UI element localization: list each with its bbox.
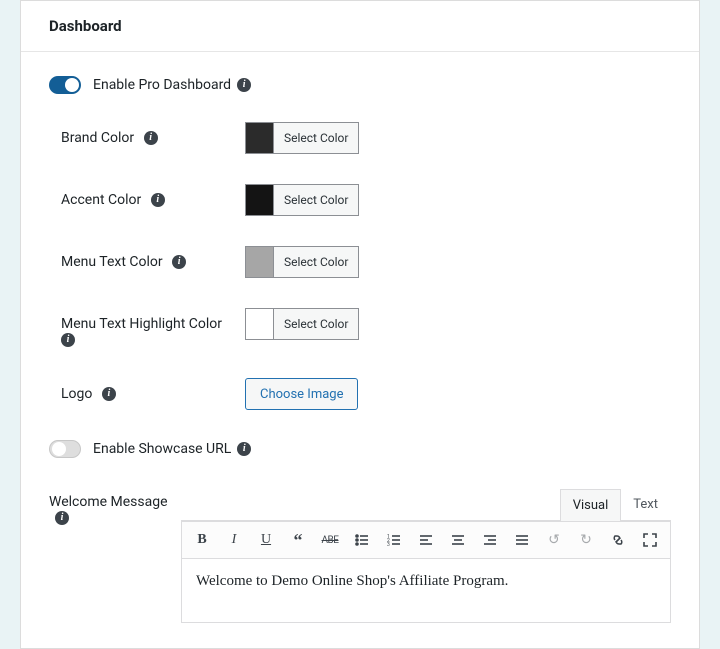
redo-icon[interactable]: ↻	[572, 526, 600, 554]
choose-image-button[interactable]: Choose Image	[245, 378, 358, 410]
editor-toolbar: B I U “ ABE 123 ↺ ↻	[182, 521, 670, 559]
info-icon[interactable]: i	[102, 387, 116, 401]
welcome-message-label-text: Welcome Message	[49, 494, 168, 510]
enable-showcase-url-label: Enable Showcase URL	[93, 441, 231, 457]
info-icon[interactable]: i	[237, 442, 251, 456]
brand-color-label-text: Brand Color	[61, 130, 134, 146]
tab-visual[interactable]: Visual	[560, 489, 622, 521]
enable-showcase-url-toggle[interactable]	[49, 440, 81, 458]
menu-text-highlight-color-label: Menu Text Highlight Color i	[61, 308, 245, 348]
undo-icon[interactable]: ↺	[540, 526, 568, 554]
align-right-icon[interactable]	[476, 526, 504, 554]
bullet-list-icon[interactable]	[348, 526, 376, 554]
accent-color-label: Accent Color i	[61, 184, 245, 208]
logo-row: Logo i Choose Image	[61, 378, 671, 410]
welcome-message-label: Welcome Message i	[49, 488, 181, 526]
italic-icon[interactable]: I	[220, 526, 248, 554]
accent-color-row: Accent Color i Select Color	[61, 184, 671, 216]
menu-text-color-label: Menu Text Color i	[61, 246, 245, 270]
enable-pro-dashboard-label: Enable Pro Dashboard	[93, 77, 231, 93]
menu-text-highlight-color-row: Menu Text Highlight Color i Select Color	[61, 308, 671, 348]
align-center-icon[interactable]	[444, 526, 472, 554]
accent-color-swatch	[246, 185, 274, 215]
info-icon[interactable]: i	[237, 78, 251, 92]
strikethrough-icon[interactable]: ABE	[316, 526, 344, 554]
editor-box: B I U “ ABE 123 ↺ ↻	[181, 520, 671, 623]
bold-icon[interactable]: B	[188, 526, 216, 554]
logo-label: Logo i	[61, 378, 245, 402]
enable-pro-dashboard-toggle[interactable]	[49, 76, 81, 94]
enable-pro-dashboard-row: Enable Pro Dashboard i	[49, 76, 671, 94]
align-justify-icon[interactable]	[508, 526, 536, 554]
brand-color-swatch	[246, 123, 274, 153]
panel-title: Dashboard	[21, 1, 699, 52]
panel-body: Enable Pro Dashboard i Brand Color i Sel…	[21, 52, 699, 648]
editor-tabs: Visual Text	[181, 488, 671, 520]
info-icon[interactable]: i	[151, 193, 165, 207]
link-icon[interactable]	[604, 526, 632, 554]
info-icon[interactable]: i	[172, 255, 186, 269]
brand-color-label: Brand Color i	[61, 122, 245, 146]
svg-text:3: 3	[387, 542, 390, 548]
menu-text-color-control[interactable]: Select Color	[245, 246, 359, 278]
brand-select-color-button[interactable]: Select Color	[274, 123, 358, 153]
fullscreen-icon[interactable]	[636, 526, 664, 554]
menu-text-color-swatch	[246, 247, 274, 277]
info-icon[interactable]: i	[55, 511, 69, 525]
align-left-icon[interactable]	[412, 526, 440, 554]
editor-wrap: Visual Text B I U “ ABE 123	[181, 488, 671, 623]
logo-label-text: Logo	[61, 386, 92, 402]
info-icon[interactable]: i	[61, 333, 75, 347]
menu-text-select-color-button[interactable]: Select Color	[274, 247, 358, 277]
welcome-message-row: Welcome Message i Visual Text B I U “ AB…	[49, 488, 671, 623]
brand-color-control[interactable]: Select Color	[245, 122, 359, 154]
blockquote-icon[interactable]: “	[284, 526, 312, 554]
info-icon[interactable]: i	[144, 131, 158, 145]
editor-content[interactable]: Welcome to Demo Online Shop's Affiliate …	[182, 559, 670, 622]
numbered-list-icon[interactable]: 123	[380, 526, 408, 554]
menu-text-color-row: Menu Text Color i Select Color	[61, 246, 671, 278]
menu-text-highlight-color-swatch	[246, 309, 274, 339]
dashboard-panel: Dashboard Enable Pro Dashboard i Brand C…	[20, 0, 700, 649]
menu-text-highlight-color-control[interactable]: Select Color	[245, 308, 359, 340]
tab-text[interactable]: Text	[621, 488, 671, 520]
menu-text-color-label-text: Menu Text Color	[61, 254, 163, 270]
accent-color-label-text: Accent Color	[61, 192, 141, 208]
menu-text-highlight-color-label-text: Menu Text Highlight Color	[61, 316, 222, 332]
enable-showcase-url-row: Enable Showcase URL i	[49, 440, 671, 458]
underline-icon[interactable]: U	[252, 526, 280, 554]
accent-select-color-button[interactable]: Select Color	[274, 185, 358, 215]
accent-color-control[interactable]: Select Color	[245, 184, 359, 216]
menu-text-highlight-select-color-button[interactable]: Select Color	[274, 309, 358, 339]
brand-color-row: Brand Color i Select Color	[61, 122, 671, 154]
